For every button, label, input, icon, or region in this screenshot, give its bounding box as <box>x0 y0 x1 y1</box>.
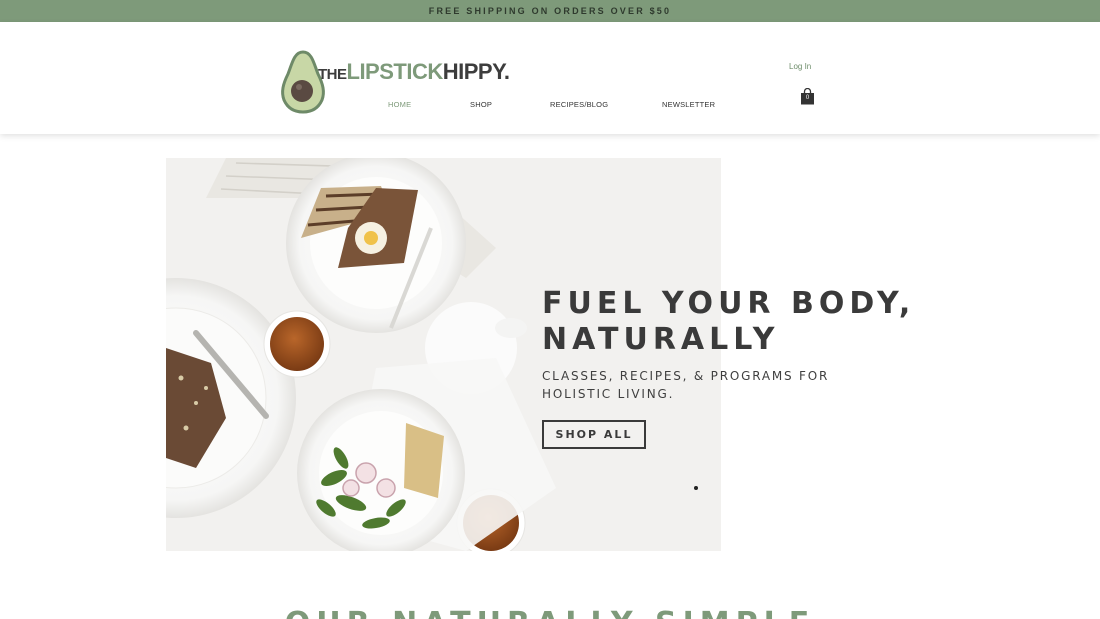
login-link[interactable]: Log In <box>789 62 811 71</box>
cart-button[interactable]: 0 <box>800 87 815 105</box>
section-heading: OUR NATURALLY SIMPLE <box>0 606 1100 619</box>
logo-the: THE <box>318 66 347 83</box>
nav-home[interactable]: HOME <box>388 100 411 109</box>
hero-title: FUEL YOUR BODY, NATURALLY <box>542 286 962 358</box>
nav-recipes-blog[interactable]: RECIPES/BLOG <box>550 100 608 109</box>
nav-shop[interactable]: SHOP <box>470 100 492 109</box>
logo-hippy: HIPPY. <box>442 59 510 84</box>
logo-wordmark: THELIPSTICKHIPPY. <box>318 59 510 85</box>
site-header: THELIPSTICKHIPPY. Log In 0 HOME SHOP REC… <box>0 22 1100 134</box>
cart-count: 0 <box>805 95 810 101</box>
hero-subtitle: CLASSES, RECIPES, & PROGRAMS FOR HOLISTI… <box>542 369 830 401</box>
shop-all-button[interactable]: SHOP ALL <box>542 420 646 449</box>
logo-lipstick: LIPSTICK <box>346 59 444 84</box>
hero-title-line-2: NATURALLY <box>542 322 780 357</box>
nav-newsletter[interactable]: NEWSLETTER <box>662 100 715 109</box>
hero-title-line-1: FUEL YOUR BODY, <box>542 286 916 321</box>
announcement-bar: FREE SHIPPING ON ORDERS OVER $50 <box>0 0 1100 22</box>
site-logo[interactable]: THELIPSTICKHIPPY. <box>280 50 510 114</box>
